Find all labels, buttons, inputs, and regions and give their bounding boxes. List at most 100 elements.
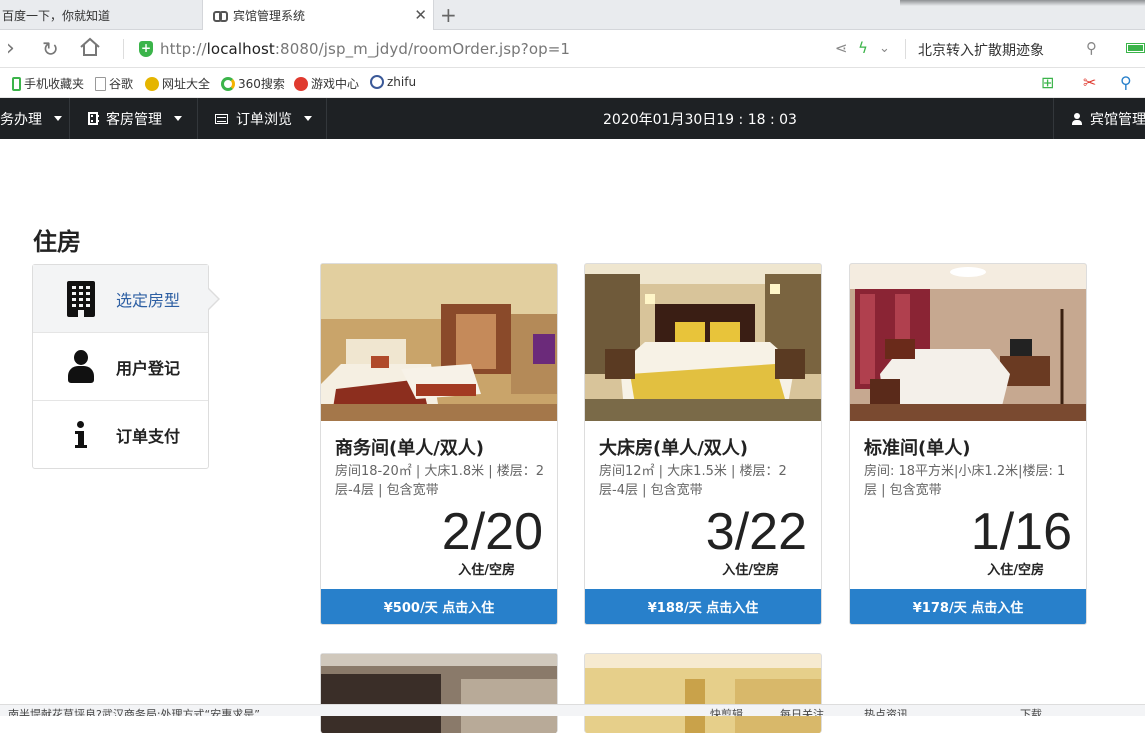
nav-room-management[interactable]: 客房管理 xyxy=(88,98,182,139)
reload-icon[interactable]: ↻ xyxy=(42,37,59,61)
step-label: 用户登记 xyxy=(116,358,181,378)
browser-tab-baidu[interactable]: 百度一下，你就知道 xyxy=(0,0,200,30)
nav-label: 客房管理 xyxy=(106,111,162,128)
active-step-pointer xyxy=(207,287,220,311)
forward-icon[interactable]: › xyxy=(6,36,15,61)
room-occupancy-count: 2/20 xyxy=(441,503,543,561)
room-photo xyxy=(585,264,821,421)
nav-divider xyxy=(197,98,198,139)
bookmark-phone[interactable]: 手机收藏夹 xyxy=(12,75,84,92)
bookmark-label: 网址大全 xyxy=(162,77,211,91)
translate-icon[interactable]: ⊞ xyxy=(1041,73,1054,92)
bookmark-zhifu[interactable]: zhifu xyxy=(370,75,416,89)
info-icon xyxy=(67,417,95,453)
nav-divider xyxy=(326,98,327,139)
step-select-room-type[interactable]: 选定房型 xyxy=(33,265,220,333)
check-in-button[interactable]: ¥188/天 点击入住 xyxy=(585,589,821,624)
page-title: 住房 xyxy=(33,228,81,256)
bookmark-web-directory[interactable]: 网址大全 xyxy=(145,75,210,92)
home-icon[interactable] xyxy=(79,37,101,63)
room-occupancy-label: 入住/空房 xyxy=(722,563,779,578)
caret-down-icon xyxy=(304,116,312,121)
room-card-king: 大床房(单人/双人) 房间12㎡ | 大床1.5米 | 楼层：2层-4层 | 包… xyxy=(584,263,822,625)
url-field[interactable]: http://localhost:8080/jsp_m_jdyd/roomOrd… xyxy=(160,40,570,58)
search-icon[interactable]: ⚲ xyxy=(1120,73,1132,92)
browser-status-bar: 南半堤献花草坪良?武汉商务局:处理方式“安惠求是” 快剪辑 每日关注 热点资讯 … xyxy=(0,704,1145,716)
step-label: 订单支付 xyxy=(116,427,181,446)
tab-title: 百度一下，你就知道 xyxy=(2,8,111,23)
site-favicon-icon xyxy=(213,10,228,22)
360-search-icon xyxy=(221,76,235,91)
nav-divider xyxy=(69,98,70,139)
lightning-icon[interactable]: ϟ xyxy=(858,39,868,57)
building-icon xyxy=(88,112,99,125)
bookmark-label: 游戏中心 xyxy=(311,77,360,91)
chevron-down-icon[interactable]: ⌄ xyxy=(879,41,890,56)
room-card-standard: 标准间(单人) 房间: 18平方米|小床1.2米|楼层: 1层 | 包含宽带 1… xyxy=(849,263,1087,625)
room-description: 房间18-20㎡ | 大床1.8米 | 楼层：2层-4层 | 包含宽带 xyxy=(335,464,545,498)
datetime-text: 2020年01月30日19 : 18 : 03 xyxy=(603,111,797,128)
downloads-link[interactable]: 下载 xyxy=(1020,706,1042,716)
room-photo xyxy=(321,264,557,421)
room-photo xyxy=(321,654,557,733)
new-tab-icon[interactable]: + xyxy=(440,3,457,27)
nav-divider xyxy=(1053,98,1054,139)
step-order-payment[interactable]: 订单支付 xyxy=(33,401,208,469)
window-edge xyxy=(900,0,1145,6)
toolbar-divider xyxy=(123,39,124,59)
browser-tab-hotel[interactable]: 宾馆管理系统 ✕ xyxy=(202,0,434,30)
game-center-icon xyxy=(294,76,308,91)
url-host: localhost xyxy=(206,40,275,58)
battery-icon xyxy=(1126,43,1145,53)
nav-user-menu[interactable]: 宾馆管理 xyxy=(1072,98,1145,139)
room-name: 标准间(单人) xyxy=(864,438,971,459)
room-occupancy-label: 入住/空房 xyxy=(987,563,1044,578)
caret-down-icon xyxy=(174,116,182,121)
user-icon xyxy=(67,349,95,385)
bookmark-google[interactable]: 谷歌 xyxy=(95,75,133,92)
daily-focus-link[interactable]: 每日关注 xyxy=(780,706,824,716)
nav-label: 订单浏览 xyxy=(236,111,292,128)
room-description: 房间: 18平方米|小床1.2米|楼层: 1层 | 包含宽带 xyxy=(864,464,1066,498)
step-user-registration[interactable]: 用户登记 xyxy=(33,333,208,401)
search-icon[interactable]: ⚲ xyxy=(1086,39,1097,57)
tab-title: 宾馆管理系统 xyxy=(233,8,306,23)
scissors-icon[interactable]: ✂ xyxy=(1083,73,1096,92)
step-sidebar: 选定房型 用户登记 订单支付 xyxy=(32,264,220,469)
step-label: 选定房型 xyxy=(116,290,181,310)
nav-business-menu[interactable]: 务办理 xyxy=(0,98,62,139)
room-occupancy-count: 1/16 xyxy=(970,503,1072,561)
toolbar-divider xyxy=(905,39,906,59)
user-icon xyxy=(1072,112,1082,125)
browser-tab-bar: 百度一下，你就知道 宾馆管理系统 ✕ + xyxy=(0,0,1145,30)
bookmark-label: 手机收藏夹 xyxy=(24,77,85,91)
room-photo xyxy=(585,654,821,733)
quick-edit-link[interactable]: 快剪辑 xyxy=(710,706,743,716)
nav-order-browse[interactable]: 订单浏览 xyxy=(215,98,312,139)
security-shield-icon[interactable]: + xyxy=(139,41,153,57)
bookmark-game-center[interactable]: 游戏中心 xyxy=(294,75,359,92)
check-in-button[interactable]: ¥178/天 点击入住 xyxy=(850,589,1086,624)
close-tab-icon[interactable]: ✕ xyxy=(414,6,427,24)
room-name: 大床房(单人/双人) xyxy=(599,438,749,459)
bookmark-label: zhifu xyxy=(387,75,417,89)
web-directory-icon xyxy=(145,76,159,91)
globe-icon xyxy=(370,75,384,89)
room-photo xyxy=(850,264,1086,421)
page-icon xyxy=(95,76,106,91)
building-icon xyxy=(67,280,95,317)
bookmark-label: 谷歌 xyxy=(109,77,134,91)
bookmark-360-search[interactable]: 360搜索 xyxy=(221,75,285,92)
share-icon[interactable]: ⋖ xyxy=(835,39,848,57)
news-ticker[interactable]: 南半堤献花草坪良?武汉商务局:处理方式“安惠求是” xyxy=(8,706,260,716)
hot-news-link[interactable]: 热点资讯 xyxy=(864,706,908,716)
nav-label: 宾馆管理 xyxy=(1090,111,1145,128)
nav-label: 务办理 xyxy=(0,111,42,128)
check-in-button[interactable]: ¥500/天 点击入住 xyxy=(321,589,557,624)
nav-datetime: 2020年01月30日19 : 18 : 03 xyxy=(603,98,797,139)
hot-search-text[interactable]: 北京转入扩散期迹象 xyxy=(918,40,1044,60)
url-scheme: http:// xyxy=(160,40,207,58)
bookmarks-bar: 手机收藏夹 谷歌 网址大全 360搜索 游戏中心 zhifu ⊞ ✂ ⚲ xyxy=(0,69,1145,98)
list-icon xyxy=(215,113,228,124)
room-occupancy-label: 入住/空房 xyxy=(458,563,515,578)
